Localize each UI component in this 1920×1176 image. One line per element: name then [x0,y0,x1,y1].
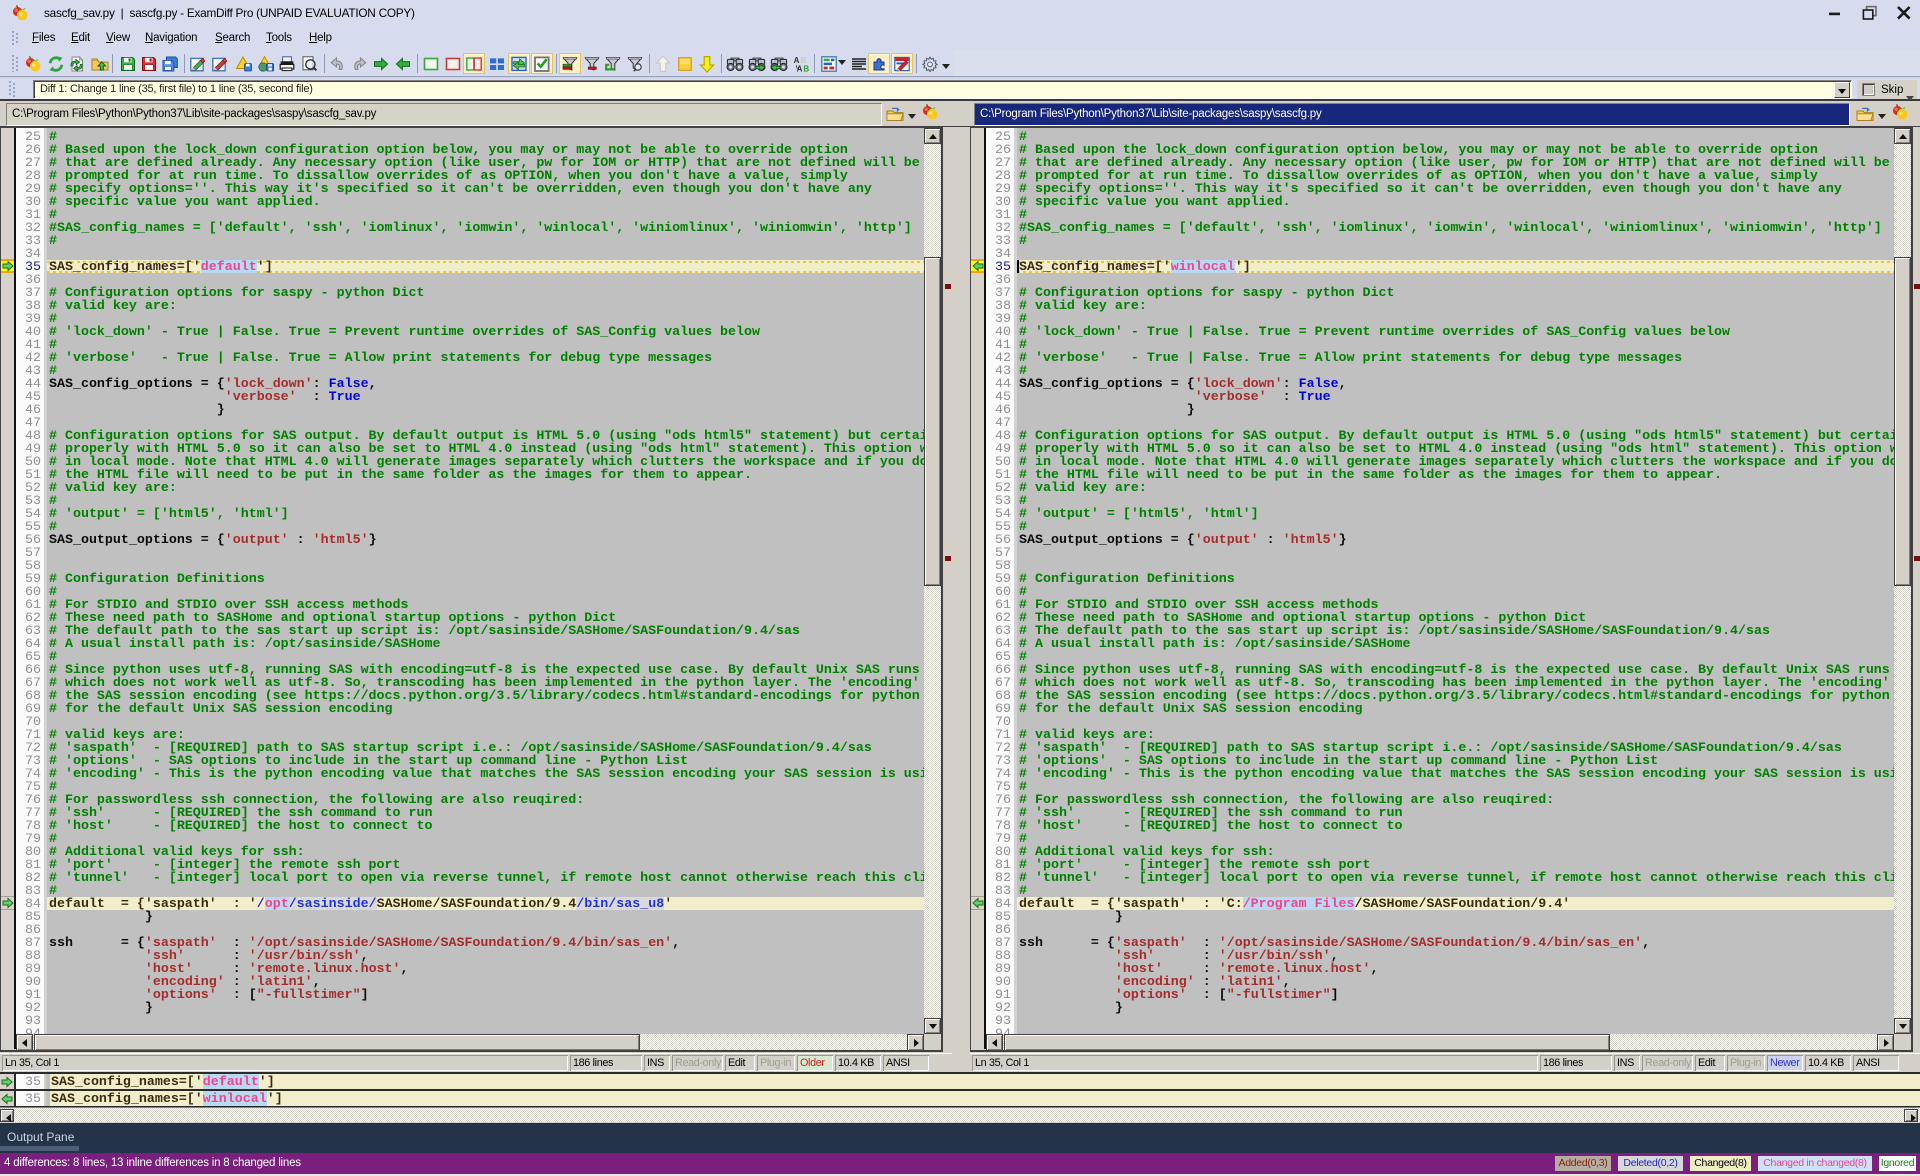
svg-text:B: B [803,64,809,72]
